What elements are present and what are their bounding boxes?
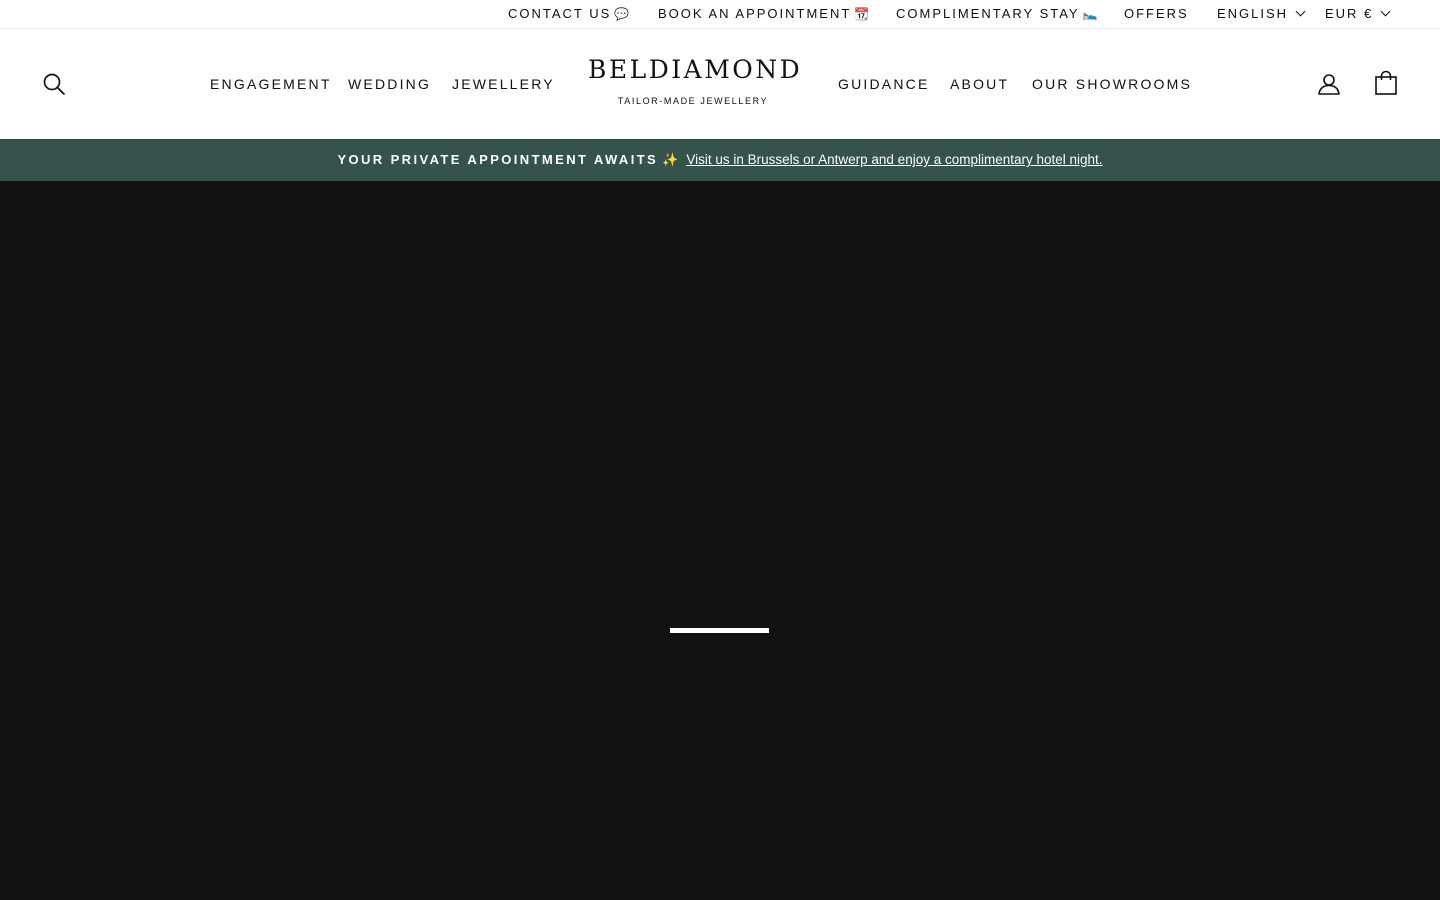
- complimentary-stay-label: COMPLIMENTARY STAY: [896, 6, 1080, 21]
- contact-us-link[interactable]: CONTACT US 💬: [508, 0, 629, 28]
- chevron-down-icon: [1295, 6, 1306, 17]
- offers-link[interactable]: OFFERS: [1124, 0, 1189, 28]
- contact-us-label: CONTACT US: [508, 6, 612, 21]
- logo-tagline: TAILOR-MADE JEWELLERY: [617, 96, 769, 106]
- nav-our-showrooms[interactable]: OUR SHOWROOMS: [1032, 75, 1192, 93]
- bed-icon: 🛌: [1082, 7, 1098, 21]
- cart-button[interactable]: [1374, 70, 1398, 101]
- account-button[interactable]: [1317, 72, 1341, 101]
- utility-bar: CONTACT US 💬 BOOK AN APPOINTMENT 📆 COMPLIM…: [0, 0, 1440, 29]
- book-appointment-link[interactable]: BOOK AN APPOINTMENT 📆: [658, 0, 869, 28]
- user-icon: [1318, 74, 1340, 95]
- banner-lead: YOUR PRIVATE APPOINTMENT AWAITS: [337, 152, 659, 167]
- chevron-down-icon: [1380, 6, 1391, 17]
- calendar-icon: 📆: [854, 7, 870, 21]
- language-value: ENGLISH: [1217, 6, 1289, 21]
- currency-value: EUR €: [1325, 6, 1374, 21]
- nav-guidance[interactable]: GUIDANCE: [838, 75, 930, 93]
- nav-about[interactable]: ABOUT: [950, 75, 1009, 93]
- hero-section: [0, 181, 1440, 900]
- site-logo[interactable]: BELDIAMOND TAILOR-MADE JEWELLERY: [588, 55, 803, 107]
- search-button[interactable]: [42, 72, 66, 101]
- bag-icon: [1375, 70, 1397, 95]
- loading-bar: [670, 628, 769, 633]
- book-appointment-label: BOOK AN APPOINTMENT: [658, 6, 852, 21]
- language-selector[interactable]: ENGLISH: [1217, 0, 1306, 28]
- sparkle-icon: ✨: [662, 152, 679, 167]
- nav-wedding[interactable]: WEDDING: [348, 75, 431, 93]
- nav-jewellery[interactable]: JEWELLERY: [452, 75, 555, 93]
- currency-selector[interactable]: EUR €: [1325, 0, 1391, 28]
- logo-name: BELDIAMOND: [588, 55, 803, 84]
- banner-link[interactable]: Visit us in Brussels or Antwerp and enjo…: [686, 152, 1102, 167]
- search-icon: [43, 73, 65, 95]
- nav-engagement[interactable]: ENGAGEMENT: [210, 75, 332, 93]
- complimentary-stay-link[interactable]: COMPLIMENTARY STAY 🛌: [896, 0, 1098, 28]
- site-header: ENGAGEMENT WEDDING JEWELLERY BELDIAMOND …: [0, 29, 1440, 139]
- announcement-banner: YOUR PRIVATE APPOINTMENT AWAITS ✨ Visit us…: [0, 139, 1440, 181]
- speech-bubble-icon: 💬: [614, 7, 630, 21]
